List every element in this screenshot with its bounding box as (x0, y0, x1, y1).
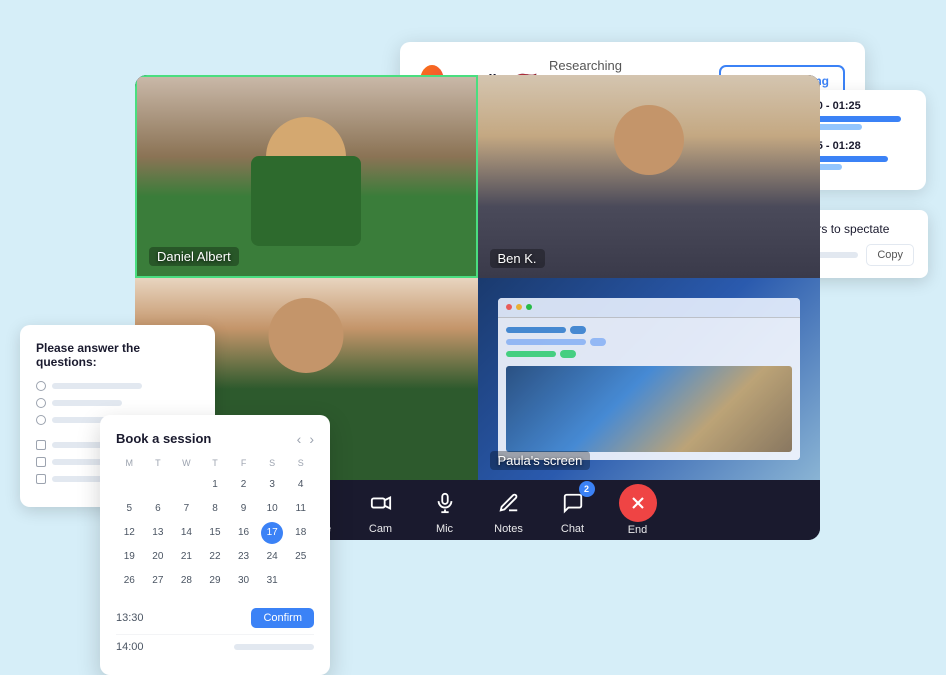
time-label-1400: 14:00 (116, 641, 144, 653)
cal-day-10[interactable]: 10 (259, 498, 286, 520)
cal-header-S1: S (259, 458, 286, 468)
cal-day-18[interactable]: 18 (287, 522, 314, 544)
time-slot-1330[interactable]: 13:30 Confirm (116, 602, 314, 635)
video-cell-screen: Paula's screen (478, 278, 821, 481)
time-label-1330: 13:30 (116, 612, 144, 624)
survey-line-2 (52, 400, 122, 406)
cal-day-14[interactable]: 14 (173, 522, 200, 544)
survey-title: Please answer the questions: (36, 341, 199, 369)
time-bar-1400 (234, 644, 314, 650)
cal-day-15[interactable]: 15 (202, 522, 229, 544)
cal-day-20[interactable]: 20 (145, 546, 172, 568)
cal-day-3[interactable]: 3 (259, 474, 286, 496)
calendar-next-button[interactable]: › (309, 432, 314, 446)
cal-day-empty-3 (173, 474, 200, 496)
cal-header-M: M (116, 458, 143, 468)
cal-header-S2: S (287, 458, 314, 468)
cal-day-2[interactable]: 2 (230, 474, 257, 496)
cam-label: Cam (369, 523, 392, 535)
copy-button[interactable]: Copy (866, 244, 914, 266)
confirm-1330-button[interactable]: Confirm (251, 608, 314, 628)
screen-ui (498, 298, 801, 461)
notes-label: Notes (494, 523, 523, 535)
end-label: End (628, 524, 648, 536)
cal-day-28[interactable]: 28 (173, 570, 200, 592)
end-button[interactable]: End (619, 484, 657, 536)
mic-button[interactable]: Mic (427, 485, 463, 535)
cal-day-29[interactable]: 29 (202, 570, 229, 592)
cal-header-T1: T (145, 458, 172, 468)
cal-day-8[interactable]: 8 (202, 498, 229, 520)
cal-day-1[interactable]: 1 (202, 474, 229, 496)
video-cell-ben: Ben K. (478, 75, 821, 278)
cal-day-31[interactable]: 31 (259, 570, 286, 592)
cal-day-11[interactable]: 11 (287, 498, 314, 520)
screen-content (478, 278, 821, 481)
notes-button[interactable]: Notes (491, 485, 527, 535)
cal-day-21[interactable]: 21 (173, 546, 200, 568)
cal-day-empty-2 (145, 474, 172, 496)
chat-label: Chat (561, 523, 584, 535)
calendar-header: Book a session ‹ › (116, 431, 314, 446)
cal-day-6[interactable]: 6 (145, 498, 172, 520)
screen-ui-header (498, 298, 801, 318)
daniel-video (137, 77, 476, 276)
paula-screen-label: Paula's screen (490, 451, 591, 470)
cal-day-12[interactable]: 12 (116, 522, 143, 544)
survey-checkbox-2[interactable] (36, 457, 46, 467)
cal-header-W: W (173, 458, 200, 468)
end-icon (619, 484, 657, 522)
calendar-nav: ‹ › (297, 432, 314, 446)
cal-day-7[interactable]: 7 (173, 498, 200, 520)
cal-header-T2: T (202, 458, 229, 468)
survey-option-1 (36, 381, 199, 391)
cal-day-22[interactable]: 22 (202, 546, 229, 568)
notes-icon (491, 485, 527, 521)
cal-day-25[interactable]: 25 (287, 546, 314, 568)
cal-day-23[interactable]: 23 (230, 546, 257, 568)
chat-icon: 2 (555, 485, 591, 521)
survey-checkbox-3[interactable] (36, 474, 46, 484)
mic-label: Mic (436, 523, 453, 535)
ben-video (478, 75, 821, 278)
calendar-days-header: M T W T F S S (116, 458, 314, 468)
survey-radio-3[interactable] (36, 415, 46, 425)
cal-day-13[interactable]: 13 (145, 522, 172, 544)
cal-day-4[interactable]: 4 (287, 474, 314, 496)
cal-day-24[interactable]: 24 (259, 546, 286, 568)
cal-day-empty-1 (116, 474, 143, 496)
cal-day-27[interactable]: 27 (145, 570, 172, 592)
ben-label: Ben K. (490, 249, 545, 268)
survey-option-2 (36, 398, 199, 408)
chat-badge: 2 (579, 481, 595, 497)
cal-day-19[interactable]: 19 (116, 546, 143, 568)
cal-day-16[interactable]: 16 (230, 522, 257, 544)
cal-day-empty-last (287, 570, 314, 592)
calendar-title: Book a session (116, 431, 211, 446)
calendar-days: 1 2 3 4 5 6 7 8 9 10 11 12 13 14 15 16 1… (116, 474, 314, 592)
cam-icon (363, 485, 399, 521)
time-slot-1400[interactable]: 14:00 (116, 635, 314, 659)
survey-checkbox-1[interactable] (36, 440, 46, 450)
calendar-overlay: Book a session ‹ › M T W T F S S 1 2 3 4… (100, 415, 330, 675)
screen-img-area (506, 366, 793, 453)
cal-day-26[interactable]: 26 (116, 570, 143, 592)
cal-day-5[interactable]: 5 (116, 498, 143, 520)
chat-button[interactable]: 2 Chat (555, 485, 591, 535)
survey-radio-1[interactable] (36, 381, 46, 391)
survey-line-1 (52, 383, 142, 389)
cal-day-17-selected[interactable]: 17 (261, 522, 283, 544)
screen-ui-content (498, 318, 801, 461)
survey-radio-2[interactable] (36, 398, 46, 408)
video-cell-daniel: Daniel Albert (135, 75, 478, 278)
cam-button[interactable]: Cam (363, 485, 399, 535)
cal-day-9[interactable]: 9 (230, 498, 257, 520)
calendar-prev-button[interactable]: ‹ (297, 432, 302, 446)
mic-icon (427, 485, 463, 521)
cal-header-F: F (230, 458, 257, 468)
cal-day-30[interactable]: 30 (230, 570, 257, 592)
daniel-label: Daniel Albert (149, 247, 239, 266)
